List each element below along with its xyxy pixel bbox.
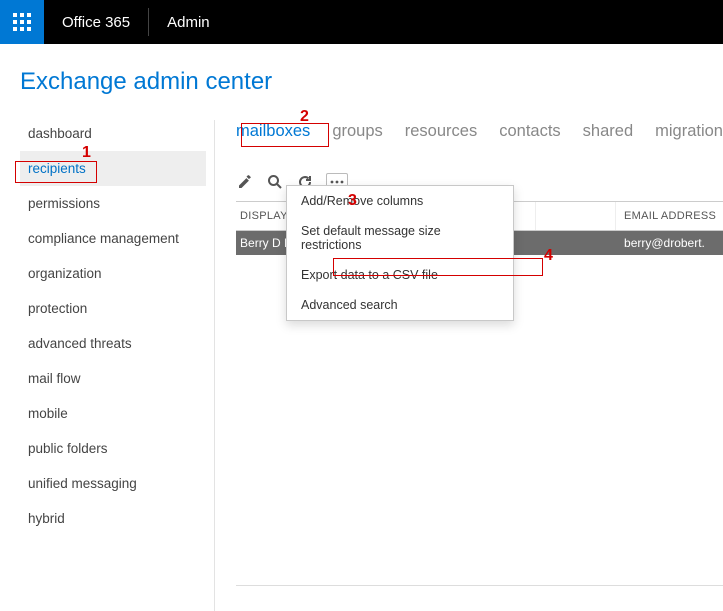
recipient-tabs: mailboxes groups resources contacts shar… xyxy=(236,116,723,159)
sidebar-item-mail-flow[interactable]: mail flow xyxy=(20,361,206,396)
main-content: mailboxes groups resources contacts shar… xyxy=(206,116,723,586)
pencil-icon xyxy=(237,174,253,190)
more-menu: Add/Remove columns Set default message s… xyxy=(286,185,514,321)
page-title: Exchange admin center xyxy=(0,44,723,116)
menu-item-add-remove-columns[interactable]: Add/Remove columns xyxy=(287,186,513,216)
section-label[interactable]: Admin xyxy=(149,14,228,31)
search-icon xyxy=(267,174,283,190)
tab-groups[interactable]: groups xyxy=(332,122,382,141)
sidebar: dashboard recipients permissions complia… xyxy=(0,116,206,536)
sidebar-item-advanced-threats[interactable]: advanced threats xyxy=(20,326,206,361)
tab-mailboxes[interactable]: mailboxes xyxy=(236,122,310,141)
sidebar-item-dashboard[interactable]: dashboard xyxy=(20,116,206,151)
cell-email: berry@drobert. xyxy=(616,231,723,255)
brand-label[interactable]: Office 365 xyxy=(44,14,148,31)
menu-item-export-csv[interactable]: Export data to a CSV file xyxy=(287,260,513,290)
cell-mailbox-type xyxy=(536,231,616,255)
waffle-icon xyxy=(13,13,31,31)
sidebar-item-hybrid[interactable]: hybrid xyxy=(20,501,206,536)
bottom-rule xyxy=(236,585,723,586)
column-email-address[interactable]: EMAIL ADDRESS xyxy=(616,202,723,230)
sidebar-item-compliance[interactable]: compliance management xyxy=(20,221,206,256)
app-launcher-button[interactable] xyxy=(0,0,44,44)
sidebar-item-recipients[interactable]: recipients xyxy=(20,151,206,186)
sidebar-item-mobile[interactable]: mobile xyxy=(20,396,206,431)
sidebar-item-organization[interactable]: organization xyxy=(20,256,206,291)
tab-shared[interactable]: shared xyxy=(583,122,633,141)
tab-migration[interactable]: migration xyxy=(655,122,723,141)
top-bar: Office 365 Admin xyxy=(0,0,723,44)
edit-button[interactable] xyxy=(236,173,254,191)
tab-resources[interactable]: resources xyxy=(405,122,477,141)
search-button[interactable] xyxy=(266,173,284,191)
tab-contacts[interactable]: contacts xyxy=(499,122,560,141)
sidebar-item-permissions[interactable]: permissions xyxy=(20,186,206,221)
menu-item-default-size-restrictions[interactable]: Set default message size restrictions xyxy=(287,216,513,260)
sidebar-item-protection[interactable]: protection xyxy=(20,291,206,326)
menu-item-advanced-search[interactable]: Advanced search xyxy=(287,290,513,320)
sidebar-item-public-folders[interactable]: public folders xyxy=(20,431,206,466)
column-mailbox-type[interactable] xyxy=(536,202,616,230)
sidebar-item-unified-messaging[interactable]: unified messaging xyxy=(20,466,206,501)
